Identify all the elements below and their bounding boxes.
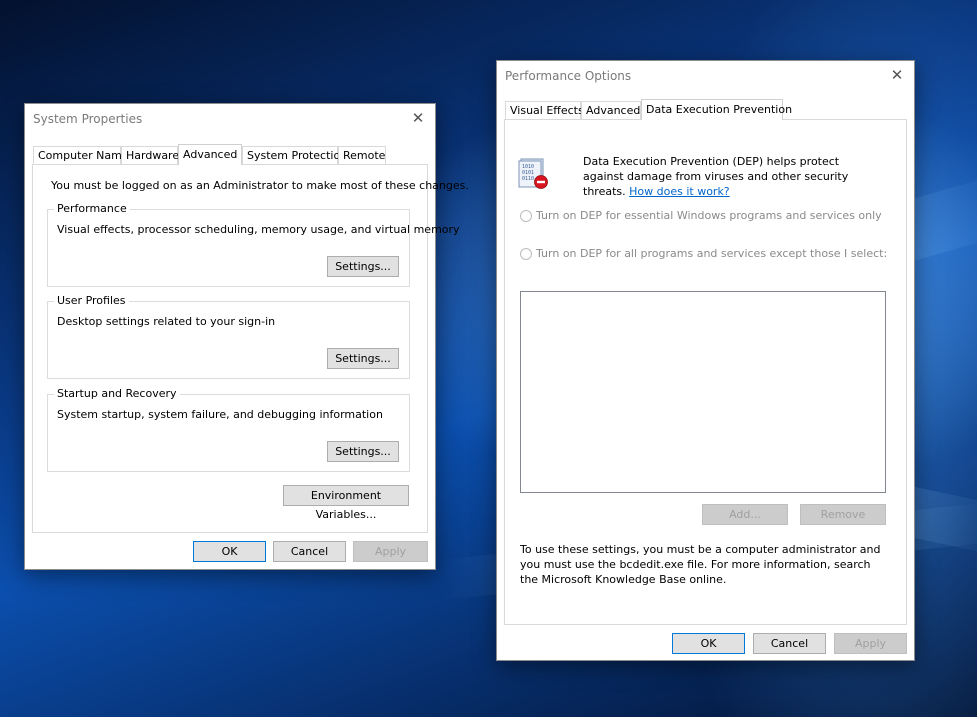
- group-title: Performance: [54, 202, 130, 215]
- radio-dep-essential-label: Turn on DEP for essential Windows progra…: [536, 209, 882, 222]
- dep-tab-panel: 1010 0101 0110 Data Execution Prevention…: [504, 119, 907, 625]
- ok-button[interactable]: OK: [672, 633, 745, 654]
- exceptions-list[interactable]: [520, 291, 886, 493]
- startup-recovery-group: Startup and Recovery System startup, sys…: [47, 387, 410, 472]
- group-title: User Profiles: [54, 294, 129, 307]
- group-description: Desktop settings related to your sign-in: [57, 315, 276, 328]
- tab-hardware[interactable]: Hardware: [121, 146, 179, 164]
- admin-note: You must be logged on as an Administrato…: [51, 179, 469, 192]
- cancel-button[interactable]: Cancel: [273, 541, 346, 562]
- radio-dep-all[interactable]: [520, 248, 532, 260]
- group-title: Startup and Recovery: [54, 387, 180, 400]
- add-button[interactable]: Add...: [702, 504, 788, 525]
- remove-button[interactable]: Remove: [800, 504, 886, 525]
- close-icon[interactable]: ✕: [888, 66, 906, 84]
- radio-dep-all-label: Turn on DEP for all programs and service…: [536, 247, 888, 260]
- tab-remote[interactable]: Remote: [338, 146, 386, 164]
- advanced-tab-panel: You must be logged on as an Administrato…: [32, 164, 469, 533]
- performance-options-window: Performance Options ✕ Visual Effects Adv…: [496, 60, 915, 661]
- window-title: Performance Options: [505, 69, 632, 83]
- dep-description: Data Execution Prevention (DEP) helps pr…: [583, 154, 883, 199]
- group-description: Visual effects, processor scheduling, me…: [57, 223, 460, 236]
- apply-button[interactable]: Apply: [834, 633, 907, 654]
- tab-advanced[interactable]: Advanced: [178, 144, 242, 165]
- dep-shield-icon: 1010 0101 0110: [517, 156, 551, 190]
- apply-button[interactable]: Apply: [353, 541, 428, 562]
- group-description: System startup, system failure, and debu…: [57, 408, 383, 421]
- cancel-button[interactable]: Cancel: [753, 633, 826, 654]
- tab-strip: Visual Effects Advanced Data Execution P…: [505, 99, 905, 120]
- performance-group: Performance Visual effects, processor sc…: [47, 202, 460, 287]
- admin-note: To use these settings, you must be a com…: [520, 543, 881, 586]
- system-properties-window: System Properties ✕ Computer Name Hardwa…: [24, 103, 469, 570]
- title-bar[interactable]: Performance Options ✕: [497, 61, 914, 91]
- user-profiles-group: User Profiles Desktop settings related t…: [47, 294, 410, 379]
- tab-strip: Computer Name Hardware Advanced System P…: [33, 144, 423, 165]
- environment-variables-button[interactable]: Environment Variables...: [283, 485, 409, 521]
- tab-data-execution-prevention[interactable]: Data Execution Prevention: [641, 99, 792, 120]
- tab-system-protection[interactable]: System Protection: [242, 146, 347, 164]
- startup-recovery-settings-button[interactable]: Settings...: [327, 441, 399, 462]
- user-profiles-settings-button[interactable]: Settings...: [327, 348, 399, 369]
- window-title: System Properties: [33, 112, 143, 126]
- tab-visual-effects[interactable]: Visual Effects: [505, 101, 584, 119]
- title-bar[interactable]: System Properties ✕: [25, 104, 435, 134]
- tab-computer-name[interactable]: Computer Name: [33, 146, 129, 164]
- tab-advanced[interactable]: Advanced: [581, 101, 641, 119]
- radio-dep-essential[interactable]: [520, 210, 532, 222]
- how-does-it-work-link[interactable]: How does it work?: [629, 185, 730, 198]
- svg-text:0110: 0110: [522, 176, 534, 182]
- close-icon[interactable]: ✕: [409, 109, 427, 127]
- ok-button[interactable]: OK: [193, 541, 266, 562]
- performance-settings-button[interactable]: Settings...: [327, 256, 399, 277]
